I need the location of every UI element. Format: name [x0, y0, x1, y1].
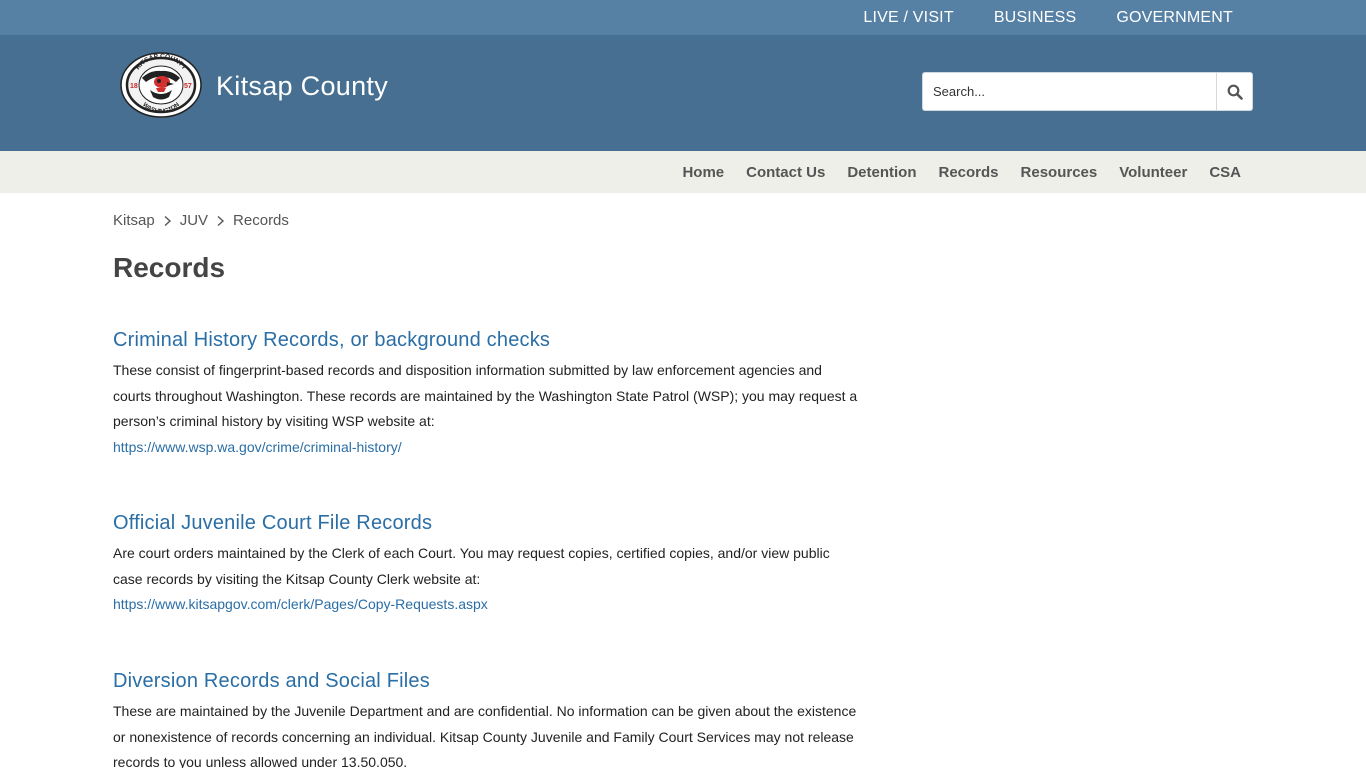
nav-item-records[interactable]: Records: [939, 164, 999, 181]
main-nav-links: Home Contact Us Detention Records Resour…: [682, 151, 1241, 193]
section-heading: Diversion Records and Social Files: [113, 670, 430, 692]
breadcrumb-item-juv[interactable]: JUV: [180, 212, 208, 229]
section-criminal-history: Criminal History Records, or background …: [113, 329, 863, 460]
wsp-criminal-history-link[interactable]: https://www.wsp.wa.gov/crime/criminal-hi…: [113, 439, 402, 455]
clerk-copy-requests-link[interactable]: https://www.kitsapgov.com/clerk/Pages/Co…: [113, 596, 488, 612]
site-search: [922, 72, 1253, 111]
section-heading: Criminal History Records, or background …: [113, 329, 551, 351]
main-navigation: Home Contact Us Detention Records Resour…: [0, 151, 1366, 193]
top-utility-links: LIVE / VISIT BUSINESS GOVERNMENT: [863, 0, 1233, 35]
nav-item-home[interactable]: Home: [682, 164, 724, 181]
seal-year-right: 57: [184, 83, 192, 90]
site-title[interactable]: Kitsap County: [216, 71, 388, 102]
nav-item-csa[interactable]: CSA: [1209, 164, 1241, 181]
breadcrumb-item-records: Records: [233, 212, 289, 229]
search-input[interactable]: [922, 72, 1216, 111]
site-header: KITSAP COUNTY WASHINGTON 18 57 Kitsap Co…: [0, 35, 1366, 151]
page-title: Records: [113, 252, 226, 283]
section-body: Are court orders maintained by the Clerk…: [113, 545, 830, 587]
section-body: These are maintained by the Juvenile Dep…: [113, 703, 857, 768]
chevron-right-icon: [217, 215, 225, 226]
section-diversion-records: Diversion Records and Social Files These…: [113, 670, 863, 768]
county-seal-logo[interactable]: KITSAP COUNTY WASHINGTON 18 57: [120, 52, 202, 118]
seal-year-left: 18: [130, 83, 138, 90]
breadcrumb-item-kitsap[interactable]: Kitsap: [113, 212, 155, 229]
nav-item-contact-us[interactable]: Contact Us: [746, 164, 825, 181]
section-heading: Official Juvenile Court File Records: [113, 512, 433, 534]
top-link-government[interactable]: GOVERNMENT: [1116, 9, 1233, 27]
search-icon: [1227, 84, 1243, 100]
search-button[interactable]: [1216, 72, 1253, 111]
chevron-right-icon: [164, 215, 171, 226]
section-juvenile-court-records: Official Juvenile Court File Records Are…: [113, 512, 863, 618]
nav-item-resources[interactable]: Resources: [1021, 164, 1098, 181]
nav-item-volunteer[interactable]: Volunteer: [1119, 164, 1187, 181]
top-utility-bar: LIVE / VISIT BUSINESS GOVERNMENT: [0, 0, 1366, 35]
top-link-business[interactable]: BUSINESS: [994, 9, 1077, 27]
nav-item-detention[interactable]: Detention: [847, 164, 916, 181]
top-link-live-visit[interactable]: LIVE / VISIT: [863, 9, 953, 27]
section-body: These consist of fingerprint-based recor…: [113, 362, 858, 430]
breadcrumb: Kitsap JUV Records: [113, 212, 289, 229]
